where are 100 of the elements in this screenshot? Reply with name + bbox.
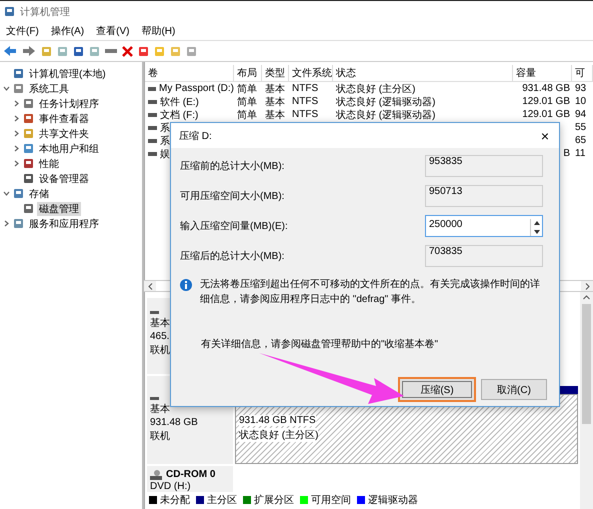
column-header[interactable]: 可 — [572, 65, 593, 82]
spin-down-icon[interactable] — [534, 230, 540, 234]
scroll-right-button[interactable] — [581, 281, 593, 291]
field-label: 可用压缩空间大小(MB): — [180, 190, 284, 203]
table-cell-text: 状态良好 (主分区) — [336, 82, 416, 96]
table-cell-text: 状态良好 (逻辑驱动器) — [336, 108, 436, 122]
chevron-right-icon — [584, 282, 590, 290]
table-cell-text: 简单 — [237, 82, 257, 96]
table-cell-text: 基本 — [265, 96, 285, 108]
column-header[interactable]: 布局 — [234, 65, 262, 82]
table-cell: 129.01 GB — [522, 96, 570, 107]
disk-info-panel[interactable]: CD-ROM 0 DVD (H:) — [147, 466, 233, 492]
volume-icon — [148, 86, 156, 90]
expand-chevron-icon[interactable] — [12, 145, 20, 152]
scroll-left-button[interactable] — [144, 281, 156, 291]
expand-chevron-icon[interactable] — [12, 130, 20, 137]
legend-label: 可用空间 — [311, 494, 351, 507]
readonly-field: 953835 — [425, 155, 543, 177]
delete-icon[interactable] — [122, 46, 133, 56]
dialog-title: 压缩 D: — [179, 130, 212, 142]
disk-info-text: DVD (H:) — [150, 481, 191, 492]
legend-label: 扩展分区 — [254, 494, 294, 507]
chevron-left-icon — [148, 282, 152, 290]
field-label: 压缩后的总计大小(MB): — [180, 250, 284, 263]
disk-info-text: 联机 — [150, 430, 170, 443]
table-cell: NTFS — [292, 109, 318, 120]
menu-item[interactable]: 操作(A) — [50, 24, 84, 38]
field-label: 压缩前的总计大小(MB): — [180, 160, 284, 173]
table-cell-text: 简单 — [237, 96, 257, 108]
disk-info-text: 931.48 GB — [150, 417, 198, 428]
dialog-button[interactable]: 取消(C) — [481, 379, 547, 400]
table-cell-text: 软件 (E:) — [160, 96, 199, 108]
vertical-scrollbar[interactable] — [580, 292, 593, 509]
table-cell: 55 — [575, 122, 586, 133]
table-cell-text: 基本 — [265, 108, 285, 122]
close-button[interactable]: × — [540, 128, 549, 144]
collapse-chevron-icon[interactable] — [2, 190, 10, 197]
table-cell: B — [563, 148, 570, 159]
column-header[interactable]: 卷 — [145, 65, 234, 82]
forward-arrow-icon[interactable] — [22, 45, 36, 57]
table-cell-text: 状态良好 (逻辑驱动器) — [336, 96, 436, 108]
table-cell-text: 文档 (F:) — [160, 108, 198, 122]
table-cell: NTFS — [292, 83, 318, 94]
partition-text: 状态良好 (主分区) — [239, 428, 318, 442]
expand-chevron-icon[interactable] — [2, 220, 10, 227]
tree-item[interactable]: 服务和应用程序 — [27, 216, 101, 230]
readonly-field: 950713 — [425, 185, 543, 207]
table-cell-text: 系 — [160, 122, 170, 134]
table-cell: 93 — [575, 83, 586, 94]
dialog-button[interactable]: 压缩(S) — [398, 377, 476, 402]
readonly-field: 703835 — [425, 245, 543, 267]
legend-label: 逻辑驱动器 — [368, 494, 418, 507]
disk-info-text: 基本 — [150, 316, 170, 330]
table-cell: My Passport (D:) — [158, 83, 234, 94]
back-arrow-icon[interactable] — [3, 45, 17, 57]
disk-info-text: 465. — [150, 331, 170, 342]
tree-item[interactable]: 设备管理器 — [37, 172, 91, 186]
table-cell: 65 — [575, 135, 586, 146]
help-note: 有关详细信息，请参阅磁盘管理帮助中的"收缩基本卷" — [201, 339, 438, 350]
table-cell-text: 娱 — [160, 148, 170, 160]
tree-item[interactable]: 性能 — [37, 156, 61, 170]
expand-chevron-icon[interactable] — [12, 100, 20, 107]
tree-item[interactable]: 存储 — [27, 186, 51, 200]
app-icon — [4, 6, 15, 17]
column-header[interactable]: 容量 — [513, 65, 572, 82]
spin-up-icon[interactable] — [534, 221, 540, 226]
disk-name: CD-ROM 0 — [166, 469, 216, 480]
menu-item[interactable]: 文件(F) — [6, 24, 39, 38]
column-header[interactable]: 状态 — [333, 65, 513, 82]
table-cell-text: 简单 — [237, 108, 257, 122]
size-input-field[interactable]: 250000 — [425, 215, 543, 237]
disk-info-text: 基本 — [150, 402, 170, 416]
expand-chevron-icon[interactable] — [12, 160, 20, 167]
info-message: 无法将卷压缩到超出任何不可移动的文件所在的点。有关完成该操作时间的详细信息，请参阅应用程序日志中的 "defrag" 事件。 — [200, 278, 541, 307]
table-cell: 10 — [575, 96, 586, 107]
legend-label: 主分区 — [207, 494, 237, 507]
column-header[interactable]: 文件系统 — [289, 65, 333, 82]
scroll-up-icon[interactable] — [583, 295, 590, 300]
table-cell: NTFS — [292, 96, 318, 107]
collapse-chevron-icon[interactable] — [2, 85, 10, 92]
partition-text: 931.48 GB NTFS — [239, 415, 316, 426]
field-label: 输入压缩空间量(MB)(E): — [180, 220, 288, 233]
cd-drive-icon — [150, 470, 162, 480]
table-cell-text: 系 — [160, 134, 170, 148]
menu-item[interactable]: 帮助(H) — [141, 24, 176, 38]
tree-item[interactable]: 本地用户和组 — [37, 142, 101, 156]
tree-item[interactable]: 计算机管理(本地) — [27, 66, 108, 80]
tree-item[interactable]: 任务计划程序 — [37, 96, 101, 110]
column-header[interactable]: 类型 — [262, 65, 289, 82]
expand-chevron-icon[interactable] — [12, 115, 20, 122]
legend-label: 未分配 — [160, 494, 190, 507]
tree-item[interactable]: 系统工具 — [27, 82, 71, 96]
disk-info-text: 联机 — [150, 344, 170, 357]
tree-item[interactable]: 共享文件夹 — [37, 126, 91, 140]
table-cell: 931.48 GB — [522, 83, 570, 94]
table-cell: 94 — [575, 109, 586, 120]
tree-item[interactable]: 磁盘管理 — [37, 202, 81, 216]
menu-item[interactable]: 查看(V) — [96, 24, 130, 38]
tree-item[interactable]: 事件查看器 — [37, 112, 91, 126]
table-cell: 11 — [575, 148, 586, 159]
